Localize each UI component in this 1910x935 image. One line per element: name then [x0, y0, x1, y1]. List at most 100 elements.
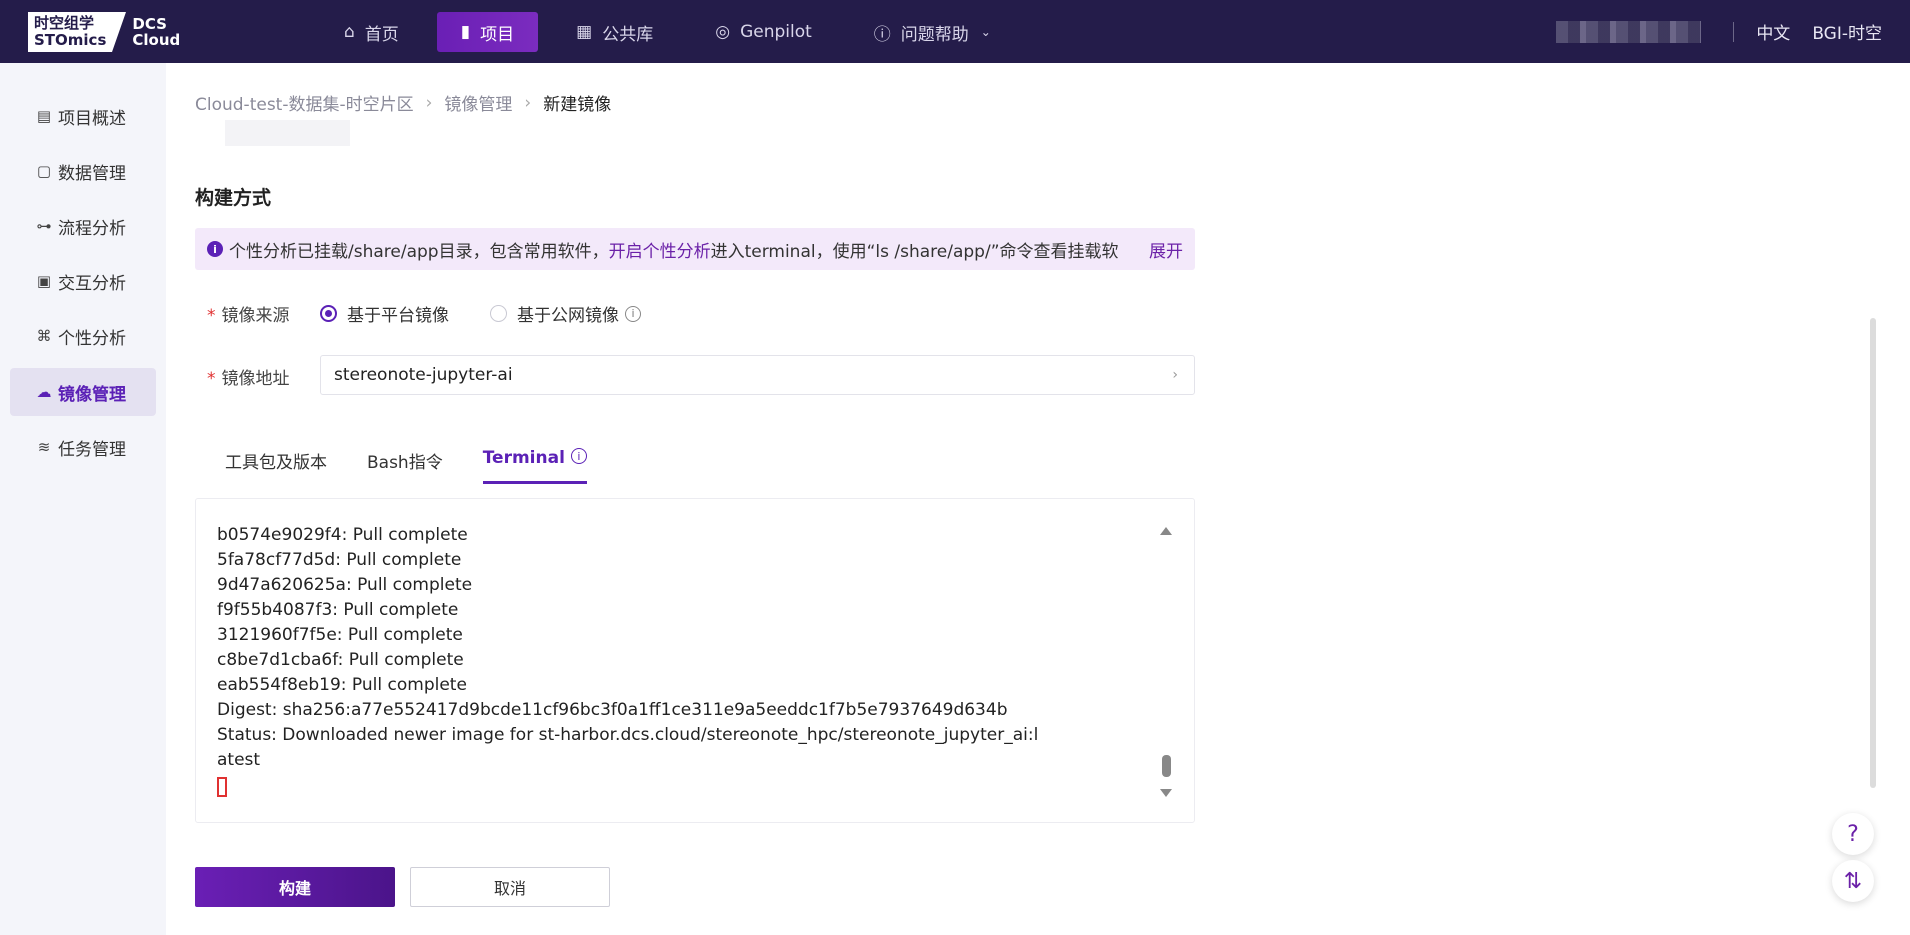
nav-genpilot-label: Genpilot — [740, 22, 812, 42]
notice-text-after: 进入terminal，使用“ls /share/app/”命令查看挂载软 — [710, 241, 1119, 262]
account-menu[interactable]: BGI-时空 — [1812, 19, 1882, 44]
cancel-button[interactable]: 取消 — [410, 867, 610, 907]
terminal-line: Digest: sha256:a77e552417d9bcde11cf96bc3… — [217, 700, 1008, 720]
sidebar-item-label: 流程分析 — [58, 218, 126, 239]
page-scrollbar[interactable] — [1870, 318, 1876, 788]
image-address-label-text: 镜像地址 — [221, 369, 290, 389]
terminal-cursor-line — [217, 773, 1038, 805]
nav-public-library[interactable]: ▦ 公共库 — [552, 12, 677, 52]
scroll-thumb[interactable] — [1162, 755, 1171, 777]
terminal-line: c8be7d1cba6f: Pull complete — [217, 650, 464, 670]
logo-cn: 时空组学 — [34, 14, 95, 32]
sidebar-item-label: 个性分析 — [58, 328, 126, 349]
logo-dcs: DCS Cloud — [132, 16, 180, 48]
nav-genpilot[interactable]: ◎ Genpilot — [691, 12, 836, 52]
image-source-label: * 镜像来源 — [207, 301, 290, 326]
sidebar-item-label: 项目概述 — [58, 108, 126, 129]
language-switch[interactable]: 中文 — [1756, 19, 1790, 44]
terminal-line: Status: Downloaded newer image for st-ha… — [217, 725, 1039, 745]
image-address-select[interactable]: stereonote-jupyter-ai › — [320, 355, 1195, 395]
data-file-icon: ▢ — [36, 162, 52, 180]
radio-public-image-label: 基于公网镜像 — [517, 306, 619, 326]
terminal-cursor — [217, 777, 227, 797]
required-mark: * — [207, 306, 216, 326]
grid-icon: ▦ — [576, 22, 593, 42]
breadcrumb-image-management[interactable]: 镜像管理 — [444, 90, 512, 115]
info-circle-icon[interactable]: i — [625, 305, 641, 322]
question-icon: ? — [1847, 821, 1859, 847]
image-address-value: stereonote-jupyter-ai — [334, 365, 513, 385]
flow-icon: ⊶ — [36, 217, 52, 235]
terminal-panel[interactable]: b0574e9029f4: Pull complete 5fa78cf77d5d… — [195, 498, 1195, 823]
logo[interactable]: 时空组学 STOmics DCS Cloud — [28, 12, 180, 52]
terminal-scrollbar[interactable] — [1160, 527, 1174, 797]
chevron-right-icon: › — [524, 92, 532, 113]
nav-project-label: 项目 — [480, 24, 515, 45]
sidebar-item-personal[interactable]: ⌘ 个性分析 — [10, 312, 156, 360]
tab-terminal[interactable]: Terminal i — [482, 440, 588, 484]
sidebar-item-data[interactable]: ▢ 数据管理 — [10, 147, 156, 195]
sidebar-item-interactive[interactable]: ▣ 交互分析 — [10, 257, 156, 305]
logo-cloud-text: Cloud — [132, 31, 181, 49]
terminal-line: 3121960f7f5e: Pull complete — [217, 625, 463, 645]
build-tabs: 工具包及版本 Bash指令 Terminal i — [225, 440, 627, 484]
radio-public-image[interactable]: 基于公网镜像 i — [490, 301, 641, 326]
swap-vertical-icon: ⇅ — [1843, 868, 1863, 894]
document-icon: ▤ — [36, 107, 52, 125]
sidebar-item-label: 数据管理 — [58, 163, 126, 184]
sidebar-item-label: 交互分析 — [58, 273, 126, 294]
terminal-line: atest — [217, 750, 261, 770]
file-icon: ▮ — [460, 22, 471, 42]
sidebar-item-tasks[interactable]: ≋ 任务管理 — [10, 423, 156, 471]
nav-project[interactable]: ▮ 项目 — [436, 12, 539, 52]
info-icon: i — [207, 241, 223, 257]
nav-public-library-label: 公共库 — [602, 24, 654, 45]
radio-circle — [320, 305, 337, 322]
top-right-area: 中文 BGI-时空 — [1556, 0, 1882, 63]
info-circle-icon[interactable]: i — [570, 448, 587, 464]
notice-link[interactable]: 开启个性分析 — [609, 237, 711, 262]
sidebar-item-overview[interactable]: ▤ 项目概述 — [10, 92, 156, 140]
tab-label: Terminal — [482, 448, 565, 468]
breadcrumb-current: 新建镜像 — [543, 95, 612, 115]
radio-platform-image[interactable]: 基于平台镜像 — [320, 301, 449, 326]
chevron-down-icon: ⌄ — [980, 25, 991, 39]
sidebar-item-label: 镜像管理 — [58, 384, 126, 405]
logo-slash — [112, 12, 127, 52]
image-icon: ▣ — [36, 272, 52, 290]
sidebar-item-image[interactable]: ☁ 镜像管理 — [10, 368, 156, 416]
tab-toolkit-version[interactable]: 工具包及版本 — [225, 440, 327, 484]
floating-help-button[interactable]: ? — [1832, 813, 1874, 855]
code-icon: ⌘ — [36, 327, 52, 345]
divider — [1733, 21, 1735, 42]
layers-icon: ≋ — [37, 438, 51, 456]
top-navbar: 时空组学 STOmics DCS Cloud ⌂ 首页 ▮ 项目 ▦ 公共库 ◎… — [0, 0, 1910, 63]
nav-help[interactable]: ⓘ 问题帮助 ⌄ — [850, 12, 1015, 52]
scroll-up-arrow-icon[interactable] — [1160, 527, 1172, 535]
tab-label: Bash指令 — [367, 453, 443, 473]
scroll-down-arrow-icon[interactable] — [1160, 789, 1172, 797]
question-circle-icon: ⓘ — [873, 24, 891, 45]
terminal-output: b0574e9029f4: Pull complete 5fa78cf77d5d… — [217, 523, 1038, 805]
sidebar-item-label: 任务管理 — [58, 439, 126, 460]
home-icon: ⌂ — [344, 22, 355, 42]
sidebar-item-workflow[interactable]: ⊶ 流程分析 — [10, 202, 156, 250]
sidebar: ▤ 项目概述 ▢ 数据管理 ⊶ 流程分析 ▣ 交互分析 ⌘ 个性分析 ☁ 镜像管… — [0, 63, 166, 935]
notice-expand-link[interactable]: 展开 — [1149, 237, 1183, 262]
image-address-label: * 镜像地址 — [207, 364, 290, 389]
floating-swap-button[interactable]: ⇅ — [1832, 860, 1874, 902]
aperture-icon: ◎ — [715, 22, 731, 42]
breadcrumb-project[interactable]: Cloud-test-数据集-时空片区 — [195, 90, 414, 115]
tab-bash[interactable]: Bash指令 — [367, 440, 443, 484]
docker-icon: ☁ — [36, 383, 52, 401]
tab-label: 工具包及版本 — [225, 453, 327, 473]
nav-home[interactable]: ⌂ 首页 — [320, 12, 423, 52]
logo-box: 时空组学 STOmics — [28, 12, 113, 52]
image-source-label-text: 镜像来源 — [221, 306, 290, 326]
build-button[interactable]: 构建 — [195, 867, 395, 907]
required-mark: * — [207, 369, 216, 389]
chevron-right-icon: › — [1172, 367, 1178, 383]
radio-circle — [490, 305, 507, 322]
notice-text-before: 个性分析已挂载/share/app目录，包含常用软件， — [229, 241, 609, 262]
section-title: 构建方式 — [195, 187, 272, 209]
